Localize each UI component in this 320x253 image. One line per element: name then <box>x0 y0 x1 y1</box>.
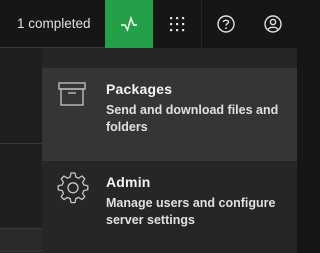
background-panel <box>0 48 42 253</box>
app-switcher-button[interactable] <box>153 0 201 48</box>
menu-item-title: Packages <box>106 81 173 97</box>
menu-item-admin[interactable]: Admin Manage users and configure server … <box>42 160 297 252</box>
app-switcher-grid-icon <box>170 17 185 32</box>
menu-item-title: Admin <box>106 174 151 190</box>
top-header: 1 completed <box>0 0 297 48</box>
menu-item-description: Manage users and configure server settin… <box>106 196 276 227</box>
help-icon <box>216 15 235 33</box>
activity-button[interactable] <box>105 0 153 48</box>
menu-item-description: Send and download files and folders <box>106 103 279 134</box>
menu-item-packages[interactable]: Packages Send and download files and fol… <box>42 68 297 160</box>
user-avatar-icon <box>264 15 282 33</box>
app-root: 1 completed Packages Send and download f… <box>0 0 297 253</box>
panel-divider <box>0 143 42 144</box>
transfer-status-text[interactable]: 1 completed <box>17 0 91 48</box>
help-button[interactable] <box>201 0 249 48</box>
settings-gear-icon <box>57 172 89 204</box>
app-switcher-menu: Packages Send and download files and fol… <box>42 48 297 253</box>
user-profile-button[interactable] <box>249 0 297 48</box>
activity-pulse-icon <box>121 15 137 32</box>
panel-row <box>0 228 42 252</box>
package-box-icon <box>58 82 86 106</box>
